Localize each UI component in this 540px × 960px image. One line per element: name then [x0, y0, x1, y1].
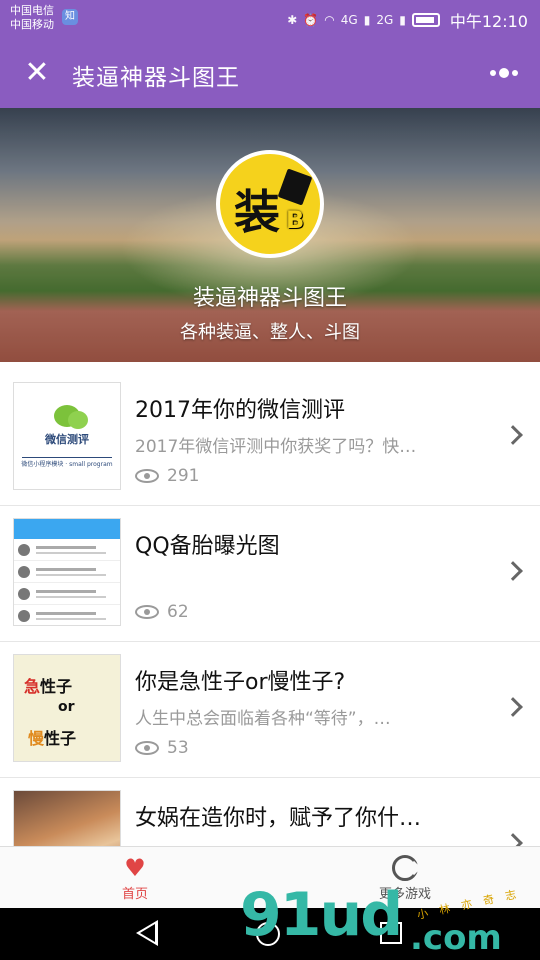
thumb-avatar	[18, 610, 30, 622]
thumb-line	[36, 612, 96, 615]
thumb-row	[14, 541, 120, 561]
signal-icon: ▮	[363, 13, 371, 27]
view-count: 53	[167, 738, 189, 758]
thumb-or: or	[58, 699, 75, 715]
thumb-avatar	[18, 566, 30, 578]
item-views: 62	[135, 602, 189, 622]
zhihu-badge-icon: 知	[62, 9, 78, 25]
heart-pulse-icon: ♥	[124, 854, 146, 882]
thumb-header	[14, 519, 120, 539]
thumb-caption: 微信测评	[45, 433, 89, 446]
more-menu-button[interactable]	[486, 58, 522, 88]
watermark-domain: .com	[410, 918, 502, 958]
pacman-icon	[392, 855, 418, 881]
more-dots-icon-right	[512, 70, 518, 76]
wifi-icon: ◠	[324, 13, 335, 27]
thumb-row	[14, 607, 120, 625]
item-thumbnail: 急性子 or 慢性子	[13, 654, 121, 762]
thumb-text: 性子	[40, 677, 73, 696]
logo-glyph: 装	[234, 185, 280, 239]
status-icons: ✱ ⏰ ◠ 4G ▮ 2G ▮ 中午12:10	[287, 8, 528, 32]
carrier-info: 中国电信 中国移动	[10, 4, 54, 32]
thumb-line	[36, 568, 96, 571]
thumb-line-secondary	[36, 596, 106, 598]
thumb-line-3: 慢性子	[28, 725, 76, 749]
thumb-accent: 急	[24, 677, 41, 696]
close-icon: ✕	[24, 55, 50, 90]
eye-icon	[135, 469, 159, 483]
carrier-2: 中国移动	[10, 18, 54, 31]
thumb-text: 性子	[44, 729, 77, 748]
view-count: 291	[167, 466, 200, 486]
item-title: 2017年你的微信测评	[135, 398, 345, 423]
thumb-avatar	[18, 588, 30, 600]
thumb-line	[36, 590, 96, 593]
carrier-1: 中国电信	[10, 4, 54, 17]
app-name: 装逼神器斗图王	[192, 286, 347, 311]
thumb-row	[14, 585, 120, 605]
more-dots-icon	[490, 70, 496, 76]
item-thumbnail	[13, 518, 121, 626]
network-4g-label: 4G	[340, 13, 358, 27]
thumb-line-secondary	[36, 618, 106, 620]
network-2g-label: 2G	[376, 13, 394, 27]
view-count: 62	[167, 602, 189, 622]
item-title: 女娲在造你时，赋予了你什…	[135, 806, 422, 831]
more-dots-icon-center	[499, 68, 509, 78]
item-title: 你是急性子or慢性子?	[135, 670, 346, 695]
alarm-icon: ⏰	[303, 13, 319, 27]
app-description: 各种装逼、整人、斗图	[180, 322, 360, 343]
chevron-right-icon	[503, 561, 523, 581]
battery-icon	[411, 13, 440, 27]
list-item[interactable]: QQ备胎曝光图 62	[0, 506, 540, 642]
thumb-row	[14, 563, 120, 583]
item-description: 人生中总会面临着各种“等待”，…	[135, 709, 391, 729]
eye-icon	[135, 605, 159, 619]
thumb-line	[36, 546, 96, 549]
eye-icon	[135, 741, 159, 755]
item-title: QQ备胎曝光图	[135, 534, 280, 559]
chevron-right-icon	[503, 697, 523, 717]
bluetooth-icon: ✱	[287, 13, 298, 27]
chevron-right-icon	[503, 425, 523, 445]
close-button[interactable]: ✕	[20, 56, 54, 90]
thumb-line-secondary	[36, 552, 106, 554]
thumb-line-secondary	[36, 574, 106, 576]
app-logo: 装 B	[216, 150, 324, 258]
item-description: 2017年微信评测中你获奖了吗？快…	[135, 437, 417, 457]
nav-home[interactable]: ♥ 首页	[90, 851, 180, 902]
game-list: 微信测评 微信小程序模块 · small program 2017年你的微信测评…	[0, 370, 540, 914]
status-bar: 中国电信 中国移动 知 ✱ ⏰ ◠ 4G ▮ 2G ▮ 中午12:10	[0, 0, 540, 38]
page-title: 装逼神器斗图王	[72, 65, 240, 91]
wechat-icon-bubble	[68, 411, 88, 429]
thumb-accent: 慢	[28, 729, 45, 748]
list-item[interactable]: 微信测评 微信小程序模块 · small program 2017年你的微信测评…	[0, 370, 540, 506]
thumb-subcaption: 微信小程序模块 · small program	[21, 461, 113, 468]
thumb-line-1: 急性子	[24, 673, 72, 697]
item-thumbnail: 微信测评 微信小程序模块 · small program	[13, 382, 121, 490]
thumb-divider	[22, 457, 112, 458]
logo-letter: B	[286, 206, 305, 234]
title-bar: ✕ 装逼神器斗图王	[0, 38, 540, 108]
status-time: 中午12:10	[449, 12, 528, 31]
nav-home-label: 首页	[121, 887, 148, 902]
hero-banner: 装 B 装逼神器斗图王 各种装逼、整人、斗图	[0, 108, 540, 362]
item-views: 291	[135, 466, 199, 486]
thumb-avatar	[18, 544, 30, 556]
list-item[interactable]: 急性子 or 慢性子 你是急性子or慢性子? 人生中总会面临着各种“等待”，… …	[0, 642, 540, 778]
signal-icon: ▮	[399, 13, 406, 27]
item-views: 53	[135, 738, 189, 758]
watermark: 91ud	[240, 880, 403, 950]
top-hat-icon	[277, 168, 313, 206]
back-icon[interactable]	[136, 920, 158, 946]
